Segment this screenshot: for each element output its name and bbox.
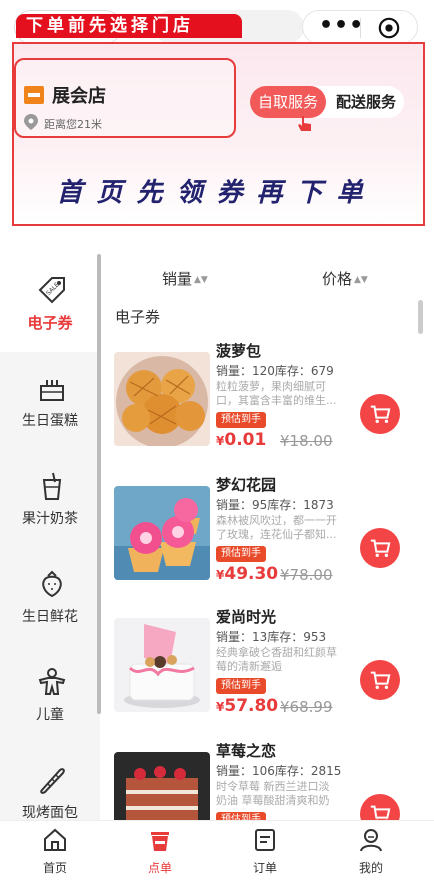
cart-icon xyxy=(370,539,391,557)
sidebar-item-label: 儿童 xyxy=(36,707,64,723)
sidebar-item-e-coupon[interactable]: SALE 电子券 xyxy=(0,254,100,352)
cart-icon xyxy=(370,671,391,689)
original-price: ¥68.99 xyxy=(280,698,333,716)
product-name: 草莓之恋 xyxy=(216,742,277,760)
close-target-icon[interactable] xyxy=(378,17,400,39)
original-price: ¥78.00 xyxy=(280,566,333,584)
bottom-nav: 首页 点单 订单 我的 xyxy=(0,820,434,882)
sidebar-scrollbar[interactable] xyxy=(97,254,101,714)
nav-label: 订单 xyxy=(252,861,277,875)
add-to-cart-button[interactable] xyxy=(360,394,400,434)
cart-icon xyxy=(370,805,391,820)
sidebar-item-label: 生日蛋糕 xyxy=(22,413,78,429)
add-to-cart-button[interactable] xyxy=(360,794,400,820)
nav-order[interactable]: 点单 xyxy=(120,825,200,879)
sidebar-item-label: 果汁奶茶 xyxy=(22,511,78,527)
nav-orders[interactable]: 订单 xyxy=(225,825,305,879)
price-value: 49.30 xyxy=(224,564,279,584)
store-select-tag: 下单前先选择门店 xyxy=(16,14,242,38)
product-card[interactable]: 草莓之恋 销量：106库存：2815 时令草莓 新西兰进口淡奶油 草莓酸甜清爽和… xyxy=(110,740,410,820)
sidebar-item-fresh-bread[interactable]: 现烤面包 xyxy=(0,744,100,820)
pointer-hand-icon xyxy=(298,116,311,131)
price-value: 0.01 xyxy=(224,430,267,450)
nav-home[interactable]: 首页 xyxy=(15,825,95,879)
pickup-service-button[interactable]: 自取服务 xyxy=(250,86,326,118)
home-icon xyxy=(44,828,66,851)
product-list-scrollbar[interactable] xyxy=(418,300,423,334)
product-description: 森林被风吹过，都一一开了玫瑰，连花仙子都知... xyxy=(216,514,337,541)
sidebar-item-birthday-flowers[interactable]: 生日鲜花 xyxy=(0,548,100,646)
category-sidebar: SALE 电子券 生日蛋糕 果汁奶茶 生日鲜花 儿童 现烤面包 xyxy=(0,254,100,820)
product-image[interactable] xyxy=(114,618,210,712)
product-name: 爱尚时光 xyxy=(216,608,277,626)
product-image[interactable] xyxy=(114,486,210,580)
product-stock: 销量：120库存：679 xyxy=(216,364,334,378)
capsule-divider xyxy=(360,18,361,38)
nav-label: 我的 xyxy=(358,861,383,875)
cart-icon xyxy=(370,405,391,423)
original-price: ¥18.00 xyxy=(280,432,333,450)
product-description: 粒粒菠萝，果肉细腻可口，其富含丰富的维生... xyxy=(216,380,337,407)
sort-bar: 销量 ▲▼ 价格 ▲▼ xyxy=(102,262,434,292)
sort-arrows-icon: ▲▼ xyxy=(194,275,208,285)
product-price: ¥57.80 xyxy=(216,696,278,716)
store-card[interactable] xyxy=(14,58,236,138)
profile-icon xyxy=(360,829,382,852)
sort-sales-label: 销量 xyxy=(162,270,193,288)
product-card[interactable]: 菠萝包 销量：120库存：679 粒粒菠萝，果肉细腻可口，其富含丰富的维生...… xyxy=(110,340,410,460)
sidebar-item-kids[interactable]: 儿童 xyxy=(0,646,100,744)
product-stock: 销量：106库存：2815 xyxy=(216,764,342,778)
coupon-tag-icon: SALE xyxy=(38,277,65,304)
sort-by-price[interactable]: 价格 ▲▼ xyxy=(322,268,368,289)
product-name: 菠萝包 xyxy=(216,342,262,360)
nav-label: 首页 xyxy=(42,861,67,875)
product-description: 时令草莓 新西兰进口淡奶油 草莓酸甜清爽和奶油... xyxy=(216,780,330,807)
product-stock: 销量：95库存：1873 xyxy=(216,498,334,512)
product-price: ¥49.30 xyxy=(216,564,278,584)
baguette-icon xyxy=(40,768,65,794)
estimated-badge: 预估到手 xyxy=(216,412,266,428)
add-to-cart-button[interactable] xyxy=(360,528,400,568)
estimated-badge: 预估到手 xyxy=(216,546,266,562)
sort-price-label: 价格 xyxy=(322,270,353,288)
store-banner xyxy=(12,42,425,226)
juice-cup-icon xyxy=(42,472,62,500)
section-title: 电子券 xyxy=(115,308,161,326)
product-card[interactable]: 梦幻花园 销量：95库存：1873 森林被风吹过，都一一开了玫瑰，连花仙子都知.… xyxy=(110,474,410,594)
estimated-badge: 预估到手 xyxy=(216,678,266,694)
nav-label: 点单 xyxy=(147,861,172,875)
product-image[interactable] xyxy=(114,352,210,446)
estimated-badge: 预估到手 xyxy=(216,812,266,820)
strawberry-icon xyxy=(42,570,62,598)
sidebar-item-label: 电子券 xyxy=(27,314,73,332)
product-price: ¥0.01 xyxy=(216,430,266,450)
more-menu-icon[interactable]: ••• xyxy=(319,11,364,41)
sort-arrows-icon: ▲▼ xyxy=(354,275,368,285)
service-toggle: 自取服务 配送服务 xyxy=(250,86,404,118)
sort-by-sales[interactable]: 销量 ▲▼ xyxy=(162,268,208,289)
sidebar-item-label: 现烤面包 xyxy=(22,805,78,820)
product-stock: 销量：13库存：953 xyxy=(216,630,327,644)
delivery-service-button[interactable]: 配送服务 xyxy=(328,86,404,118)
product-name: 梦幻花园 xyxy=(216,476,277,494)
price-value: 57.80 xyxy=(224,696,279,716)
sidebar-item-label: 生日鲜花 xyxy=(22,609,78,625)
product-description: 经典拿破仑香甜和红颜草莓的清新邂逅 xyxy=(216,646,337,673)
add-to-cart-button[interactable] xyxy=(360,660,400,700)
product-image[interactable] xyxy=(114,752,210,820)
sidebar-item-birthday-cake[interactable]: 生日蛋糕 xyxy=(0,352,100,450)
sidebar-item-juice-tea[interactable]: 果汁奶茶 xyxy=(0,450,100,548)
product-card[interactable]: 爱尚时光 销量：13库存：953 经典拿破仑香甜和红颜草莓的清新邂逅 预估到手 … xyxy=(110,606,410,726)
nav-profile[interactable]: 我的 xyxy=(331,825,411,879)
gingerbread-man-icon xyxy=(38,668,66,695)
order-list-icon xyxy=(255,829,275,851)
order-cup-icon xyxy=(151,832,169,851)
birthday-cake-icon xyxy=(40,380,64,401)
mini-program-capsule: ••• xyxy=(302,10,418,44)
